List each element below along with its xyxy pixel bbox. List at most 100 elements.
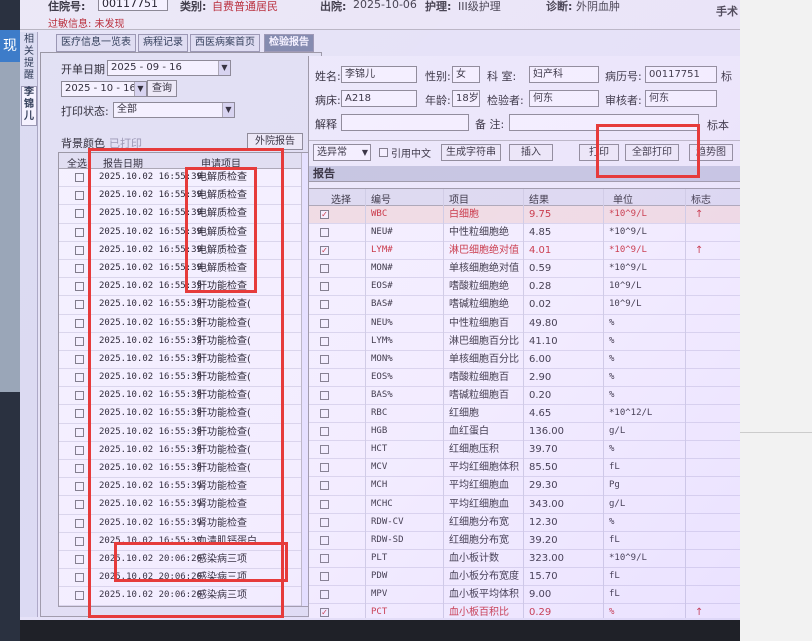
result-row[interactable]: RBC 红细胞 4.65 *10^12/L [309,405,740,424]
result-select-checkbox[interactable] [320,427,329,437]
external-report-button[interactable]: 外院报告 [247,133,303,150]
row-checkbox[interactable] [75,591,84,601]
report-list-row[interactable]: 2025.10.02 16:55:39 肝功能检查( [59,369,301,388]
row-checkbox[interactable] [75,573,84,583]
result-select-checkbox[interactable] [320,354,329,364]
row-checkbox[interactable] [75,245,84,255]
row-checkbox[interactable] [75,464,84,473]
print-status-select[interactable]: 全部 ▼ [113,102,235,118]
report-list-row[interactable]: 2025.10.02 20:06:20 感染病三项 [59,587,301,606]
result-select-checkbox[interactable] [320,517,329,527]
result-row[interactable]: BAS# 嗜碱粒细胞绝 0.02 10^9/L [309,296,740,315]
start-date-picker[interactable]: 2025 - 09 - 16 ▼ [107,60,231,76]
side-tab-patient[interactable]: 李锦儿 [21,86,37,126]
result-row[interactable]: MCH 平均红细胞血 29.30 Pg [309,477,740,496]
quote-chinese-checkbox[interactable] [379,148,388,157]
generate-string-button[interactable]: 生成字符串 [441,144,501,161]
result-select-checkbox[interactable] [320,318,329,328]
report-list-row[interactable]: 2025.10.02 16:55:39 肾功能检查 [59,496,301,515]
report-list-row[interactable]: 2025.10.02 16:55:39 肝功能检查( [59,296,301,315]
filter-select[interactable]: 选异常 ▼ [313,144,371,161]
result-row[interactable]: NEU% 中性粒细胞百 49.80% [309,315,740,333]
row-checkbox[interactable] [75,354,84,364]
result-row[interactable]: MON# 单核细胞绝对值 0.59 *10^9/L [309,260,740,279]
result-row[interactable]: MCV 平均红细胞体积 85.50 fL [309,459,740,478]
tab-medical-overview[interactable]: 医疗信息一览表 [56,34,136,52]
tab-lab-report[interactable]: 检验报告 [264,34,314,52]
result-select-checkbox[interactable] [320,589,329,599]
result-row[interactable]: BAS% 嗜碱粒细胞百 0.20% [309,387,740,406]
result-select-checkbox[interactable] [320,535,329,545]
query-button[interactable]: 查询 [147,80,177,97]
result-row[interactable]: NEU# 中性粒细胞绝 4.85 *10^9/L [309,224,740,243]
row-checkbox[interactable] [75,445,84,455]
result-select-checkbox[interactable] [320,228,329,238]
result-row[interactable]: HGB 血红蛋白 136.00 g/L [309,423,740,442]
result-row[interactable]: HCT 红细胞压积 39.70% [309,441,740,460]
row-checkbox[interactable] [75,482,84,492]
report-list-row[interactable]: 2025.10.02 16:55:39 血清肌钙蛋白 [59,533,301,551]
print-all-button[interactable]: 全部打印 [625,144,679,161]
tab-progress-notes[interactable]: 病程记录 [138,34,188,52]
side-tab-reminder[interactable]: 相关提醒 [21,34,37,84]
result-row[interactable]: ✓ WBC 白细胞 9.75 *10^9/L ↑ [309,206,740,225]
row-checkbox[interactable] [75,173,84,182]
report-list-row[interactable]: 2025.10.02 20:06:20 感染病三项 [59,551,301,570]
select-all-header[interactable]: 全选 [67,155,87,170]
row-checkbox[interactable] [75,282,84,292]
result-select-checkbox[interactable] [320,300,329,310]
result-row[interactable]: MON% 单核细胞百分比 6.00% [309,351,740,369]
tab-case-homepage[interactable]: 西医病案首页 [190,34,260,52]
report-list-row[interactable]: 2025.10.02 16:55:39 肝功能检查( [59,405,301,424]
row-checkbox[interactable] [75,336,84,346]
report-list-row[interactable]: 2025.10.02 16:55:39 肝功能检查( [59,460,301,479]
report-list-row[interactable]: 2025.10.02 16:55:39 电解质检查 [59,224,301,242]
report-list-row[interactable]: 2025.10.02 16:55:39 肝功能检查( [59,424,301,442]
trend-chart-button[interactable]: 趋势图 [689,144,733,161]
report-list-row[interactable]: 2025.10.02 16:55:39 电解质检查 [59,205,301,224]
result-select-checkbox[interactable]: ✓ [320,608,329,618]
result-select-checkbox[interactable] [320,499,329,509]
result-select-checkbox[interactable] [320,336,329,346]
report-list-row[interactable]: 2025.10.02 16:55:39 肾功能检查 [59,478,301,497]
row-checkbox[interactable] [75,500,84,510]
row-checkbox[interactable] [75,554,84,564]
report-list-row[interactable]: 2025.10.02 16:55:39 肾功能检查 [59,515,301,533]
result-row[interactable]: EOS# 嗜酸粒细胞绝 0.28 10^9/L [309,278,740,297]
row-checkbox[interactable] [75,536,84,546]
result-select-checkbox[interactable]: ✓ [320,246,329,256]
explain-field[interactable] [341,114,469,131]
result-row[interactable]: MCHC 平均红细胞血 343.00 g/L [309,496,740,514]
report-list-row[interactable]: 2025.10.02 20:06:20 感染病三项 [59,569,301,588]
result-row[interactable]: ✓ LYM# 淋巴细胞绝对值 4.01 *10^9/L ↑ [309,242,740,261]
note-field[interactable] [509,114,699,131]
result-row[interactable]: RDW-SD 红细胞分布宽 39.20 fL [309,532,740,550]
result-select-checkbox[interactable] [320,481,329,491]
result-select-checkbox[interactable] [320,445,329,455]
report-list-row[interactable]: 2025.10.02 16:55:39 肝功能检查( [59,315,301,333]
report-list-row[interactable]: 2025.10.02 16:55:39 肝功能检查( [59,333,301,351]
row-checkbox[interactable] [75,391,84,401]
result-select-checkbox[interactable] [320,264,329,274]
row-checkbox[interactable] [75,409,84,419]
print-button[interactable]: 打印 [579,144,619,161]
row-checkbox[interactable] [75,318,84,328]
result-row[interactable]: PLT 血小板计数 323.00 *10^9/L [309,550,740,568]
result-select-checkbox[interactable] [320,571,329,581]
result-select-checkbox[interactable] [320,282,329,292]
result-select-checkbox[interactable]: ✓ [320,210,329,219]
report-list-row[interactable]: 2025.10.02 16:55:39 肝功能检查( [59,387,301,406]
result-select-checkbox[interactable] [320,409,329,419]
report-list-row[interactable]: 2025.10.02 16:55:39 电解质检查 [59,260,301,279]
report-list-row[interactable]: 2025.10.02 16:55:39 肝功能检查 [59,278,301,297]
row-checkbox[interactable] [75,373,84,383]
result-row[interactable]: EOS% 嗜酸粒细胞百 2.90% [309,369,740,387]
result-row[interactable]: LYM% 淋巴细胞百分比 41.10% [309,333,740,351]
result-select-checkbox[interactable] [320,553,329,563]
end-date-picker[interactable]: 2025 - 10 - 16 ▼ [61,81,147,97]
row-checkbox[interactable] [75,300,84,310]
report-list-row[interactable]: 2025.10.02 16:55:39 肝功能检查( [59,351,301,370]
result-row[interactable]: RDW-CV 红细胞分布宽 12.30% [309,514,740,532]
result-select-checkbox[interactable] [320,372,329,382]
result-select-checkbox[interactable] [320,390,329,400]
